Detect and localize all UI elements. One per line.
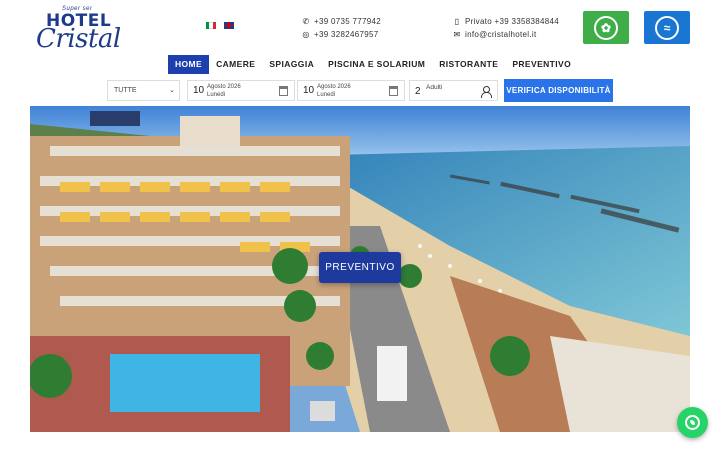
email-link[interactable]: info@cristalhotel.it xyxy=(465,28,536,41)
mobile-icon: ▯ xyxy=(454,17,460,26)
nav-item-piscina[interactable]: PISCINA E SOLARIUM xyxy=(321,55,432,74)
room-type-value: TUTTE xyxy=(114,87,137,94)
phone-icon: ✆ xyxy=(302,17,310,26)
person-icon xyxy=(481,86,492,98)
green-key-badge: ✿ xyxy=(583,11,629,44)
booking-bar: TUTTE ⌄ 10 Agosto 2026 Lunedì 10 Agosto 2… xyxy=(0,78,720,104)
whatsapp-float-button[interactable] xyxy=(677,407,708,438)
nav-item-preventivo[interactable]: PREVENTIVO xyxy=(505,55,578,74)
italian-flag-icon[interactable] xyxy=(206,22,216,29)
nav-item-ristorante[interactable]: RISTORANTE xyxy=(432,55,505,74)
checkout-month: Agosto 2026 Lunedì xyxy=(317,84,351,99)
preventivo-cta-button[interactable]: PREVENTIVO xyxy=(319,252,401,283)
english-flag-icon[interactable] xyxy=(224,22,234,29)
whatsapp-number[interactable]: +39 3282467957 xyxy=(314,28,379,41)
nav-item-camere[interactable]: CAMERE xyxy=(209,55,262,74)
mail-icon: ✉ xyxy=(453,30,461,39)
chevron-down-icon: ⌄ xyxy=(169,87,175,94)
main-nav: HOME CAMERE SPIAGGIA PISCINA E SOLARIUM … xyxy=(168,55,578,74)
language-switcher xyxy=(206,22,234,29)
checkin-month-label: Agosto 2026 xyxy=(207,84,241,90)
checkout-day: 10 xyxy=(303,85,315,96)
hero-image: PREVENTIVO xyxy=(30,106,690,432)
contacts-phones: ✆ +39 0735 777942 ◎ +39 3282467957 xyxy=(302,15,381,41)
room-type-select[interactable]: TUTTE ⌄ xyxy=(107,80,180,101)
verify-availability-button[interactable]: VERIFICA DISPONIBILITÀ xyxy=(504,79,613,102)
checkout-weekday: Lunedì xyxy=(317,91,336,98)
wave-icon: ≈ xyxy=(655,15,679,40)
leaf-icon: ✿ xyxy=(594,15,618,40)
nav-item-home[interactable]: HOME xyxy=(168,55,210,74)
calendar-icon xyxy=(279,86,288,96)
checkin-weekday: Lunedì xyxy=(207,91,226,98)
adults-label: Adulti xyxy=(426,84,443,91)
phone-number[interactable]: +39 0735 777942 xyxy=(314,15,381,28)
checkin-day: 10 xyxy=(193,85,205,96)
contacts-private: ▯ Privato +39 3358384844 ✉ info@cristalhot… xyxy=(453,15,559,41)
checkin-month: Agosto 2026 Lunedì xyxy=(207,84,241,99)
blue-flag-badge: ≈ xyxy=(644,11,690,44)
hotel-logo[interactable]: Super ser HOTEL Cristal xyxy=(36,6,126,54)
logo-cristal-text: Cristal xyxy=(36,24,121,54)
checkout-date-field[interactable]: 10 Agosto 2026 Lunedì xyxy=(297,80,405,101)
adults-field[interactable]: 2 Adulti xyxy=(409,80,498,101)
calendar-icon xyxy=(389,86,398,96)
mobile-number[interactable]: Privato +39 3358384844 xyxy=(465,15,559,28)
adults-count: 2 xyxy=(415,86,421,97)
whatsapp-icon xyxy=(685,415,700,430)
checkin-date-field[interactable]: 10 Agosto 2026 Lunedì xyxy=(187,80,295,101)
checkout-month-label: Agosto 2026 xyxy=(317,84,351,90)
nav-item-spiaggia[interactable]: SPIAGGIA xyxy=(262,55,321,74)
whatsapp-icon: ◎ xyxy=(302,30,310,39)
